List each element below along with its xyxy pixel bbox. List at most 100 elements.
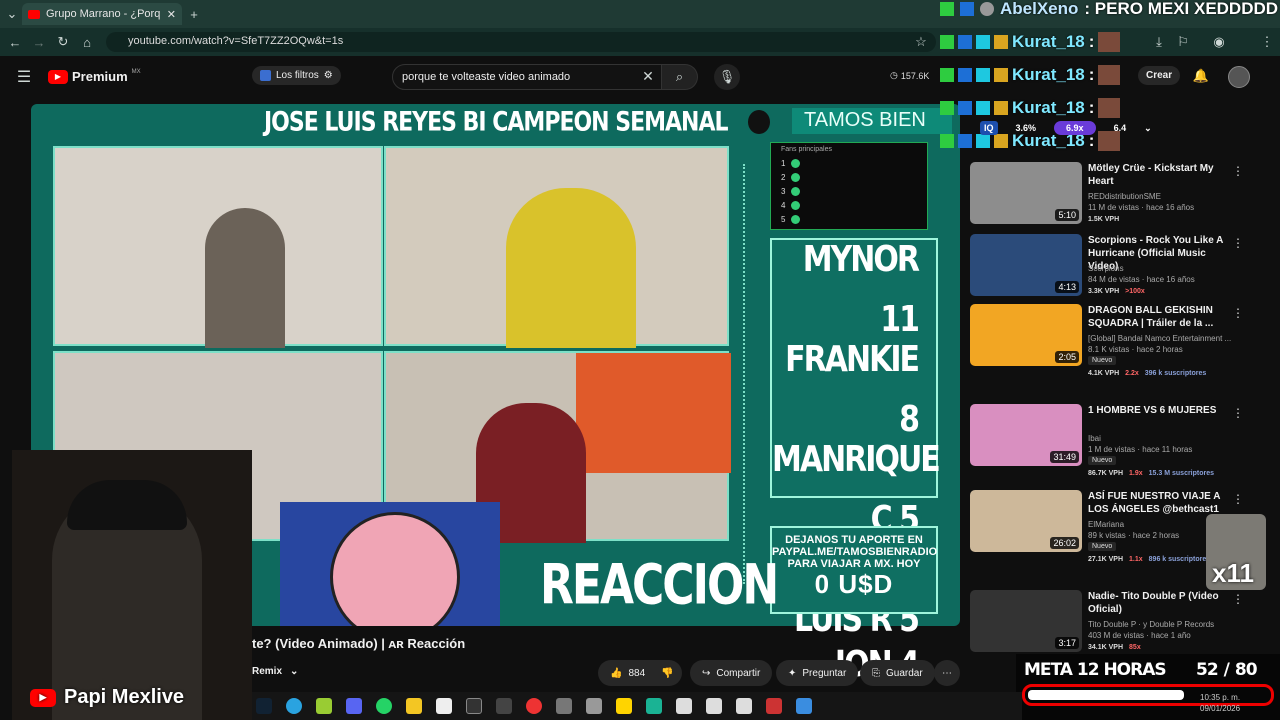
vph-stats: 27.1K VPH 1.1x 896 k suscriptores xyxy=(1088,556,1210,563)
app-icon[interactable] xyxy=(646,698,662,714)
create-button[interactable]: Crear xyxy=(1138,66,1181,85)
video-thumbnail[interactable]: 2:05 xyxy=(970,304,1082,366)
create-label: Crear xyxy=(1146,70,1173,81)
video-thumbnail[interactable]: 3:17 xyxy=(970,590,1082,652)
share-label: Compartir xyxy=(716,667,761,679)
profile-icon[interactable]: ◉ xyxy=(1210,33,1228,51)
app-icon[interactable] xyxy=(316,698,332,714)
more-options-icon[interactable]: ⋮ xyxy=(1232,406,1244,420)
vph-multiplier: >100x xyxy=(1125,288,1145,295)
recommendation-item[interactable]: 3:17 Nadie- Tito Double P (Video Oficial)… xyxy=(970,590,1270,662)
recommendation-item[interactable]: 4:13 Scorpions - Rock You Like A Hurrican… xyxy=(970,234,1270,306)
app-icon[interactable] xyxy=(436,698,452,714)
avatar[interactable] xyxy=(1228,66,1250,88)
recommendation-item[interactable]: 31:49 1 HOMBRE VS 6 MUJERES Ibai 1 M de vis… xyxy=(970,404,1270,477)
subscriber-count: 896 k suscriptores xyxy=(1148,556,1211,563)
chat-badge-icon xyxy=(940,134,954,148)
system-clock: 10:35 p. m. 09/01/2026 xyxy=(1200,692,1240,714)
thumbs-down-icon[interactable]: 👎 xyxy=(661,668,673,679)
like-dislike-group[interactable]: 👍 884 👎 xyxy=(598,660,682,686)
document-icon[interactable] xyxy=(676,698,692,714)
url-field[interactable]: youtube.com/watch?v=SfeT7ZZ2OQw&t=1s xyxy=(106,32,936,52)
recommendation-title[interactable]: DRAGON BALL GEKISHIN SQUADRA | Tráiler d… xyxy=(1088,304,1238,330)
forward-icon[interactable]: → xyxy=(30,33,48,51)
recommendation-title[interactable]: Nadie- Tito Double P (Video Oficial) xyxy=(1088,590,1238,616)
notifications-bell-icon[interactable]: 🔔 xyxy=(1192,67,1210,85)
new-tab-icon[interactable]: + xyxy=(186,6,202,22)
whatsapp-icon[interactable] xyxy=(376,698,392,714)
filters-button[interactable]: Los filtros ⚙ xyxy=(252,66,341,85)
telegram-icon[interactable] xyxy=(286,698,302,714)
tab-list-icon[interactable]: ⌄ xyxy=(4,6,20,22)
recommendation-title[interactable]: Mötley Crüe - Kickstart My Heart xyxy=(1088,162,1238,188)
recommendation-item[interactable]: 5:10 Mötley Crüe - Kickstart My Heart REDd… xyxy=(970,162,1270,234)
save-button[interactable]: ⎘ Guardar xyxy=(860,660,935,686)
filter-badge-icon xyxy=(260,70,271,81)
browser-tab[interactable]: Grupo Marrano - ¿Porqué T ✕ xyxy=(22,3,182,25)
document-icon[interactable] xyxy=(736,698,752,714)
stat-value: 3.6% xyxy=(1015,123,1037,133)
donate-line: PAYPAL.ME/TAMOSBIENRADIO xyxy=(772,546,938,558)
close-tab-icon[interactable]: ✕ xyxy=(167,8,176,21)
channel-name[interactable]: Scorpions xyxy=(1088,264,1124,273)
more-options-icon[interactable]: ⋮ xyxy=(1232,592,1244,606)
ask-button[interactable]: ✦ Preguntar xyxy=(776,660,859,686)
channel-name[interactable]: Ibai xyxy=(1088,434,1101,443)
channel-name[interactable]: ElMariana xyxy=(1088,520,1124,529)
chat-overlay: AbelXeno : PERO MEXI XEDDDDD xyxy=(940,0,1280,18)
clear-search-icon[interactable]: ✕ xyxy=(640,68,656,84)
youtube-logo[interactable]: ▶ Premium MX xyxy=(48,69,141,84)
app-icon[interactable] xyxy=(466,698,482,714)
thumbs-up-icon[interactable]: 👍 xyxy=(610,668,622,679)
video-thumbnail[interactable]: 26:02 xyxy=(970,490,1082,552)
search-button[interactable]: ⌕ xyxy=(662,64,698,90)
hamburger-menu-icon[interactable]: ☰ xyxy=(14,68,34,86)
voice-search-icon[interactable]: 🎙 xyxy=(714,64,740,90)
video-title: te? (Video Animado) | ᴀʀ Reacción xyxy=(252,636,466,651)
translate-icon[interactable]: ⚐ xyxy=(1174,33,1192,51)
more-options-icon[interactable]: ⋮ xyxy=(1232,236,1244,250)
app-icon[interactable] xyxy=(586,698,602,714)
share-button[interactable]: ↪ Compartir xyxy=(690,660,773,686)
back-icon[interactable]: ← xyxy=(6,33,24,51)
menu-dots-icon[interactable]: ⋮ xyxy=(1258,33,1276,51)
discord-icon[interactable] xyxy=(346,698,362,714)
video-thumbnail[interactable]: 4:13 xyxy=(970,234,1082,296)
channel-name[interactable]: Tito Double P · y Double P Records xyxy=(1088,620,1214,629)
video-thumbnail[interactable]: 31:49 xyxy=(970,404,1082,466)
app-icon[interactable] xyxy=(556,698,572,714)
list-item: 4 xyxy=(771,198,927,212)
more-actions-icon[interactable]: ⋯ xyxy=(934,660,960,686)
search-input[interactable]: porque te volteaste video animado xyxy=(392,64,662,90)
channel-name[interactable]: [Global] Bandai Namco Entertainment ... xyxy=(1088,334,1231,343)
download-icon[interactable]: ⤓ xyxy=(1150,33,1168,51)
clock-time: 10:35 p. m. xyxy=(1200,693,1241,702)
reload-icon[interactable]: ↻ xyxy=(54,33,72,51)
recommendation-item[interactable]: 2:05 DRAGON BALL GEKISHIN SQUADRA | Tráil… xyxy=(970,304,1270,377)
video-thumbnail[interactable]: 5:10 xyxy=(970,162,1082,224)
tab-title: Grupo Marrano - ¿Porqué T xyxy=(46,8,161,20)
more-options-icon[interactable]: ⋮ xyxy=(1232,492,1244,506)
app-icon[interactable] xyxy=(616,698,632,714)
chevron-down-icon[interactable]: ⌄ xyxy=(1144,123,1152,134)
obs-icon[interactable] xyxy=(496,698,512,714)
more-options-icon[interactable]: ⋮ xyxy=(1232,164,1244,178)
photoshop-icon[interactable] xyxy=(256,698,272,714)
bookmark-star-icon[interactable]: ☆ xyxy=(912,33,930,51)
stream-banner-title: JOSE LUIS REYES BI CAMPEON SEMANAL xyxy=(264,107,728,138)
more-options-icon[interactable]: ⋮ xyxy=(1232,306,1244,320)
folder-icon[interactable] xyxy=(406,698,422,714)
cartoon-overlay xyxy=(280,502,500,626)
home-icon[interactable]: ⌂ xyxy=(78,33,96,51)
recommendation-title[interactable]: 1 HOMBRE VS 6 MUJERES xyxy=(1088,404,1238,417)
remix-button[interactable]: Remix ⌄ xyxy=(252,666,298,677)
document-icon[interactable] xyxy=(706,698,722,714)
app-icon[interactable] xyxy=(796,698,812,714)
chrome-icon[interactable] xyxy=(526,698,542,714)
recommendation-title[interactable]: ASÍ FUE NUESTRO VIAJE A LOS ÁNGELES @bet… xyxy=(1088,490,1238,516)
top-fans-title: Fans principales xyxy=(781,146,832,153)
app-icon[interactable] xyxy=(766,698,782,714)
vph-multiplier: 1.1x xyxy=(1129,556,1143,563)
channel-name[interactable]: REDdistributionSME xyxy=(1088,192,1161,201)
rank: 5 xyxy=(781,214,786,224)
